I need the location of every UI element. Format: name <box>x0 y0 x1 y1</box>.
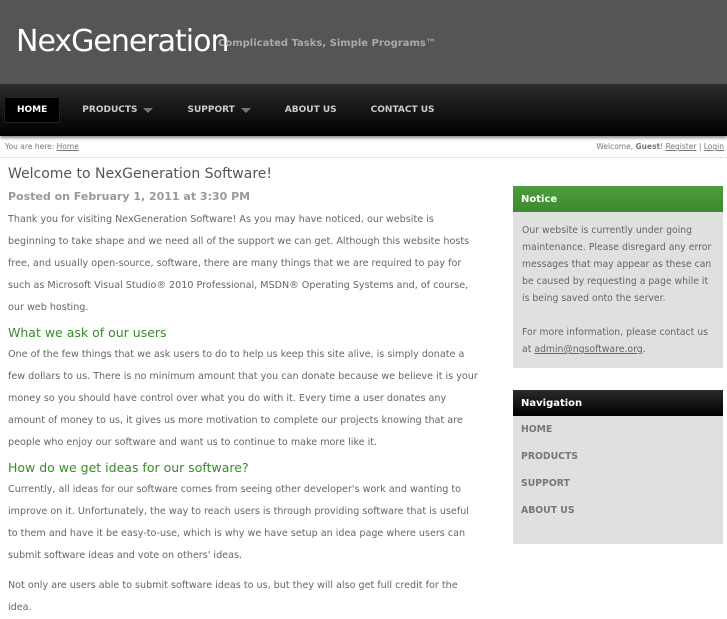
register-link[interactable]: Register <box>666 142 697 151</box>
user-welcome: Welcome, Guest! Register | Login <box>596 142 724 151</box>
nav-contact[interactable]: CONTACT US <box>359 97 447 123</box>
nav-support[interactable]: SUPPORT <box>175 97 262 123</box>
section-heading: What we ask of our users <box>8 325 167 340</box>
notice-box: Notice Our website is currently under go… <box>513 186 723 368</box>
site-tagline: Complicated Tasks, Simple Programs™ <box>218 38 436 49</box>
chevron-down-icon <box>240 107 251 113</box>
main-content: Welcome to NexGeneration Software! Poste… <box>8 166 478 619</box>
post-paragraph: One of the few things that we ask users … <box>8 349 478 448</box>
section-heading: How do we get ideas for our software? <box>8 460 249 475</box>
period: . <box>642 344 646 355</box>
post-paragraph: Not only are users able to submit softwa… <box>8 580 458 613</box>
login-link[interactable]: Login <box>704 142 724 151</box>
nav-label: HOME <box>17 105 48 115</box>
sidenav-products[interactable]: PRODUCTS <box>513 443 723 470</box>
breadcrumb-prefix: You are here: <box>5 142 55 151</box>
site-header: NexGeneration Complicated Tasks, Simple … <box>0 0 727 84</box>
welcome-text: Welcome, <box>596 142 634 151</box>
sidenav-spacer <box>513 524 723 544</box>
sidenav-support[interactable]: SUPPORT <box>513 470 723 497</box>
post-paragraph: Thank you for visiting NexGeneration Sof… <box>8 214 470 313</box>
nav-label: SUPPORT <box>187 105 235 115</box>
post-title: Welcome to NexGeneration Software! <box>8 166 272 182</box>
navigation-box: Navigation HOME PRODUCTS SUPPORT ABOUT U… <box>513 390 723 544</box>
breadcrumb-home-link[interactable]: Home <box>57 142 79 151</box>
email-link[interactable]: admin@ngsoftware.org <box>534 344 642 355</box>
post-date: Posted on February 1, 2011 at 3:30 PM <box>8 190 251 203</box>
breadcrumb-bar: You are here: Home Welcome, Guest! Regis… <box>0 136 727 158</box>
nav-home[interactable]: HOME <box>4 97 61 123</box>
nav-about[interactable]: ABOUT US <box>273 97 349 123</box>
sidebar: Notice Our website is currently under go… <box>513 186 723 544</box>
welcome-excl: ! <box>660 142 664 151</box>
notice-text: Our website is currently under going mai… <box>522 225 712 304</box>
nav-products[interactable]: PRODUCTS <box>70 97 165 123</box>
sidenav-about[interactable]: ABOUT US <box>513 497 723 524</box>
main-nav: HOME PRODUCTS SUPPORT ABOUT US CONTACT U… <box>0 84 727 136</box>
breadcrumb: You are here: Home <box>5 142 79 151</box>
navigation-title: Navigation <box>513 390 723 416</box>
notice-contact: For more information, please contact us … <box>522 324 714 358</box>
separator: | <box>698 142 702 151</box>
sidenav-home[interactable]: HOME <box>513 416 723 443</box>
chevron-down-icon <box>143 107 154 113</box>
nav-label: CONTACT US <box>370 105 435 115</box>
user-name: Guest <box>635 142 661 151</box>
nav-label: ABOUT US <box>284 105 337 115</box>
notice-title: Notice <box>513 186 723 212</box>
site-logo[interactable]: NexGeneration <box>16 24 229 59</box>
post-paragraph: Currently, all ideas for our software co… <box>8 484 469 561</box>
nav-label: PRODUCTS <box>82 105 138 115</box>
